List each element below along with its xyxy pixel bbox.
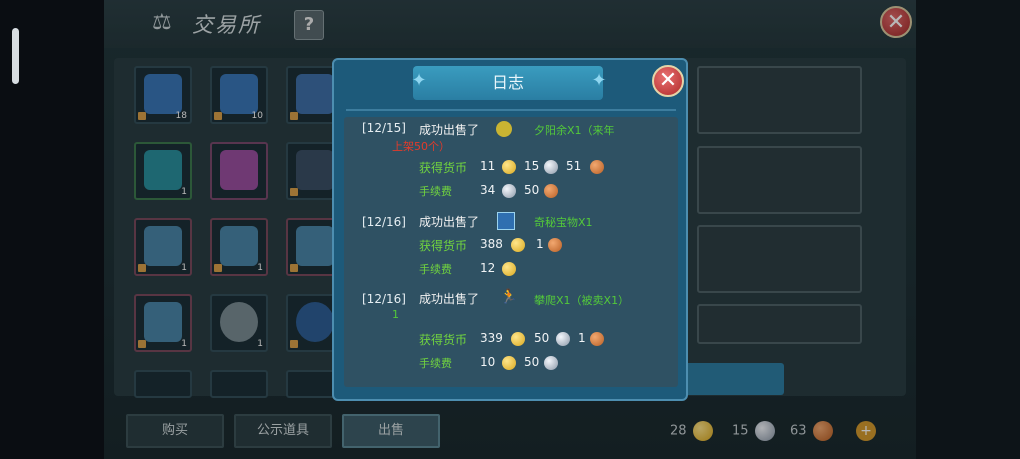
copper-coin-icon — [548, 238, 562, 252]
copper-coin-icon — [590, 160, 604, 174]
log-date: [12/16] — [362, 215, 406, 229]
close-dialog-button[interactable]: ✕ — [652, 65, 684, 97]
earned-copper: 1 — [536, 237, 544, 251]
earned-silver: 15 — [524, 159, 540, 173]
divider — [346, 109, 676, 111]
log-date: [12/15] — [362, 121, 406, 135]
silver-coin-icon — [544, 356, 558, 370]
side-drag-handle[interactable] — [12, 28, 19, 84]
earned-gold: 339 — [480, 331, 503, 345]
fee-label: 手续费 — [419, 357, 452, 370]
earned-label: 获得货币 — [419, 239, 468, 253]
fee-gold: 12 — [480, 261, 496, 275]
copper-coin-icon — [590, 332, 604, 346]
silver-coin-icon — [502, 184, 516, 198]
log-item-name: 奇秘宝物X1 — [534, 216, 593, 229]
gold-coin-icon — [502, 160, 516, 174]
item-icon — [497, 212, 515, 230]
ornament-left-icon: ✦ — [411, 70, 427, 91]
fee-gold: 10 — [480, 355, 496, 369]
dialog-header: 日志 — [413, 66, 603, 100]
log-item-name: 夕阳余X1（来年 — [534, 124, 615, 137]
earned-copper: 51 — [566, 159, 582, 173]
ornament-right-icon: ✦ — [591, 70, 607, 91]
silver-coin-icon — [556, 332, 570, 346]
fee-label: 手续费 — [419, 263, 452, 276]
earned-silver: 50 — [534, 331, 550, 345]
earned-label: 获得货币 — [419, 333, 468, 347]
figure-icon: 🏃 — [500, 289, 518, 305]
log-date: [12/16] — [362, 292, 406, 306]
earned-copper: 1 — [578, 331, 586, 345]
fee-label: 手续费 — [419, 185, 452, 198]
silver-coin-icon — [544, 160, 558, 174]
right-background — [916, 0, 1020, 459]
log-list: [12/15] 成功出售了 夕阳余X1（来年 上架50个） 获得货币 11 15… — [344, 117, 678, 387]
earned-label: 获得货币 — [419, 161, 468, 175]
log-item-note: 上架50个） — [392, 140, 450, 153]
earned-gold: 11 — [480, 159, 496, 173]
log-dialog: 日志 ✦ ✦ ✕ [12/15] 成功出售了 夕阳余X1（来年 上架50个） 获… — [332, 58, 688, 401]
fee-silver: 34 — [480, 183, 496, 197]
dialog-title: 日志 — [491, 73, 524, 92]
earned-gold: 388 — [480, 237, 503, 251]
log-action: 成功出售了 — [419, 123, 480, 137]
log-item-name-cont: 1 — [392, 308, 399, 321]
copper-coin-icon — [544, 184, 558, 198]
log-action: 成功出售了 — [419, 215, 480, 229]
fee-silver: 50 — [524, 355, 540, 369]
gold-coin-icon — [502, 262, 516, 276]
item-icon — [496, 121, 512, 137]
log-item-name: 攀爬X1（被卖X1） — [534, 294, 630, 307]
gold-coin-icon — [502, 356, 516, 370]
log-action: 成功出售了 — [419, 292, 480, 306]
fee-copper: 50 — [524, 183, 540, 197]
gold-coin-icon — [511, 238, 525, 252]
gold-coin-icon — [511, 332, 525, 346]
